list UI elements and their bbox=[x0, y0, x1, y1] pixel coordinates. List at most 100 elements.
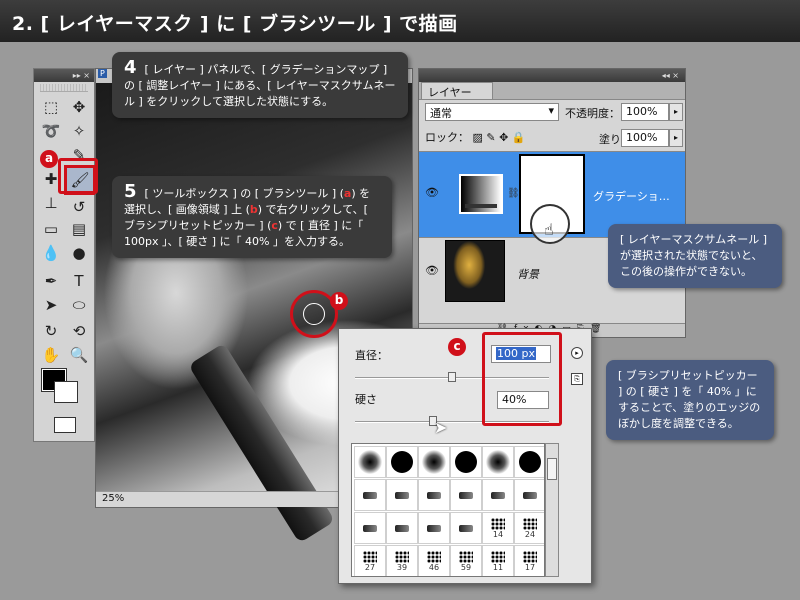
brush-tip-icon bbox=[363, 491, 377, 499]
brush-preset-cell[interactable] bbox=[482, 446, 514, 478]
brush-tip-icon bbox=[358, 450, 382, 474]
hand-icon[interactable]: ✋ bbox=[38, 343, 64, 367]
brush-preset-cell[interactable]: 17 bbox=[514, 545, 544, 576]
brush-preset-cell[interactable] bbox=[354, 479, 386, 511]
brush-preset-cell[interactable] bbox=[514, 479, 544, 511]
brush-tip-icon bbox=[395, 550, 409, 563]
lock-transparent-icon[interactable]: ▨ bbox=[473, 131, 483, 144]
brush-preset-cell[interactable] bbox=[482, 479, 514, 511]
brush-size-label: 11 bbox=[492, 562, 504, 572]
tab-layers[interactable]: レイヤー bbox=[421, 82, 493, 99]
highlight-box-a bbox=[58, 158, 98, 194]
brush-tip-icon bbox=[523, 517, 537, 530]
gradient-icon[interactable]: ▤ bbox=[66, 217, 92, 241]
brush-preset-cell[interactable]: 24 bbox=[514, 512, 544, 544]
brush-tip-icon bbox=[363, 524, 377, 532]
stamp-icon[interactable]: ⊥ bbox=[38, 191, 64, 215]
lasso-icon[interactable]: ➰ bbox=[38, 119, 64, 143]
move-icon[interactable]: ✥ bbox=[66, 95, 92, 119]
blur-icon[interactable]: 💧 bbox=[38, 241, 64, 265]
lock-all-icon[interactable]: 🔒 bbox=[512, 131, 526, 144]
brush-preset-cell[interactable] bbox=[386, 479, 418, 511]
visibility-eye-icon[interactable]: 👁 bbox=[423, 264, 441, 278]
layers-panel-header[interactable]: ◂◂ × bbox=[419, 69, 685, 82]
page-title: 2. [ レイヤーマスク ] に [ ブラシツール ] で描画 bbox=[0, 0, 800, 42]
background-layer-thumbnail[interactable] bbox=[445, 240, 505, 302]
magic-wand-icon[interactable]: ✧ bbox=[66, 119, 92, 143]
brush-preset-cell[interactable] bbox=[450, 479, 482, 511]
mouse-pointer-icon: ➤ bbox=[434, 418, 448, 437]
brush-preset-cell[interactable] bbox=[450, 512, 482, 544]
save-preset-button[interactable]: ⎘ bbox=[571, 373, 583, 385]
adjustment-layer-thumbnail[interactable] bbox=[459, 174, 503, 214]
brush-preset-cell[interactable] bbox=[354, 512, 386, 544]
chain-icon[interactable]: ⛓ bbox=[507, 188, 520, 199]
highlight-box-c bbox=[482, 332, 562, 426]
3d-orbit-icon[interactable]: ⟲ bbox=[66, 319, 92, 343]
brush-preset-cell[interactable]: 46 bbox=[418, 545, 450, 576]
layer-name-background[interactable]: 背景 bbox=[517, 266, 539, 282]
eraser-icon[interactable]: ▭ bbox=[38, 217, 64, 241]
quick-mask-button[interactable] bbox=[54, 417, 76, 433]
brush-tip-icon bbox=[459, 524, 473, 532]
path-select-icon[interactable]: ➤ bbox=[38, 293, 64, 317]
brush-preset-cell[interactable] bbox=[354, 446, 386, 478]
type-icon[interactable]: T bbox=[66, 269, 92, 293]
brush-tip-icon bbox=[422, 450, 446, 474]
brush-size-label: 17 bbox=[524, 562, 536, 572]
brush-size-label: 46 bbox=[428, 562, 440, 572]
fill-slider-button[interactable]: ▸ bbox=[669, 129, 683, 147]
brush-preset-cell[interactable] bbox=[450, 446, 482, 478]
history-brush-icon[interactable]: ↺ bbox=[66, 195, 92, 219]
brush-tip-icon bbox=[491, 517, 505, 530]
brush-preset-cell[interactable]: 14 bbox=[482, 512, 514, 544]
brush-size-label: 39 bbox=[396, 562, 408, 572]
marquee-icon[interactable]: ⬚ bbox=[38, 95, 64, 119]
brush-preset-cell[interactable] bbox=[514, 446, 544, 478]
shape-icon[interactable]: ⬭ bbox=[66, 293, 92, 317]
blend-mode-select[interactable]: 通常 ▾ bbox=[425, 103, 559, 121]
3d-rotate-icon[interactable]: ↻ bbox=[38, 319, 64, 343]
brush-preset-cell[interactable] bbox=[386, 446, 418, 478]
callout-step-4: 4[ レイヤー ] パネルで、[ グラデーションマップ ] の [ 調整レイヤー… bbox=[112, 52, 408, 118]
tools-grip[interactable] bbox=[40, 84, 88, 92]
zoom-level[interactable]: 25% bbox=[102, 493, 124, 504]
preset-scrollbar[interactable] bbox=[545, 443, 559, 577]
lock-label: ロック： bbox=[425, 131, 469, 144]
brush-size-label: 27 bbox=[364, 562, 376, 572]
dodge-icon[interactable]: ● bbox=[66, 241, 92, 265]
badge-c: c bbox=[448, 338, 466, 356]
lock-move-icon[interactable]: ✥ bbox=[499, 131, 508, 144]
brush-preset-cell[interactable]: 11 bbox=[482, 545, 514, 576]
layer-name-gradient-map[interactable]: グラデーショ… bbox=[593, 188, 670, 204]
diameter-slider-knob[interactable] bbox=[448, 372, 456, 382]
zoom-icon[interactable]: 🔍 bbox=[66, 343, 92, 367]
tools-panel: ▸▸ × ⬚ ✥ ➰ ✧ ⌗ ✎ ✚ 🖌 ⊥ ↺ ▭ ▤ 💧 ● ✒ T ➤ ⬭… bbox=[33, 68, 96, 442]
brush-size-label: 24 bbox=[524, 529, 536, 539]
lock-paint-icon[interactable]: ✎ bbox=[486, 131, 495, 144]
note-hardness: [ ブラシプリセットピッカー ] の [ 硬さ ] を「 40% 」にすることで… bbox=[606, 360, 774, 440]
pen-icon[interactable]: ✒ bbox=[38, 269, 64, 293]
background-color-swatch[interactable] bbox=[54, 381, 78, 403]
brush-preset-cell[interactable] bbox=[418, 479, 450, 511]
brush-preset-cell[interactable]: 39 bbox=[386, 545, 418, 576]
hardness-label: 硬さ bbox=[355, 393, 377, 406]
brush-preset-cell[interactable]: 59 bbox=[450, 545, 482, 576]
hand-pointer-icon: ☝ bbox=[544, 220, 554, 239]
brush-preset-cell[interactable]: 27 bbox=[354, 545, 386, 576]
brush-tip-icon bbox=[519, 451, 541, 473]
badge-a: a bbox=[40, 150, 58, 168]
visibility-eye-icon[interactable]: 👁 bbox=[423, 186, 441, 200]
opacity-input[interactable]: 100% bbox=[621, 103, 669, 121]
brush-preset-cell[interactable] bbox=[418, 512, 450, 544]
brush-tip-icon bbox=[395, 524, 409, 532]
brush-preset-cell[interactable] bbox=[386, 512, 418, 544]
step-text: [ レイヤー ] パネルで、[ グラデーションマップ ] の [ 調整レイヤー … bbox=[124, 63, 396, 108]
brush-preset-cell[interactable] bbox=[418, 446, 450, 478]
tools-panel-header[interactable]: ▸▸ × bbox=[34, 69, 94, 82]
document-tab-icon[interactable]: P bbox=[98, 69, 107, 78]
opacity-slider-button[interactable]: ▸ bbox=[669, 103, 683, 121]
picker-menu-button[interactable]: ▸ bbox=[571, 347, 583, 359]
fill-input[interactable]: 100% bbox=[621, 129, 669, 147]
lock-row: ロック： ▨ ✎ ✥ 🔒 bbox=[425, 129, 526, 145]
